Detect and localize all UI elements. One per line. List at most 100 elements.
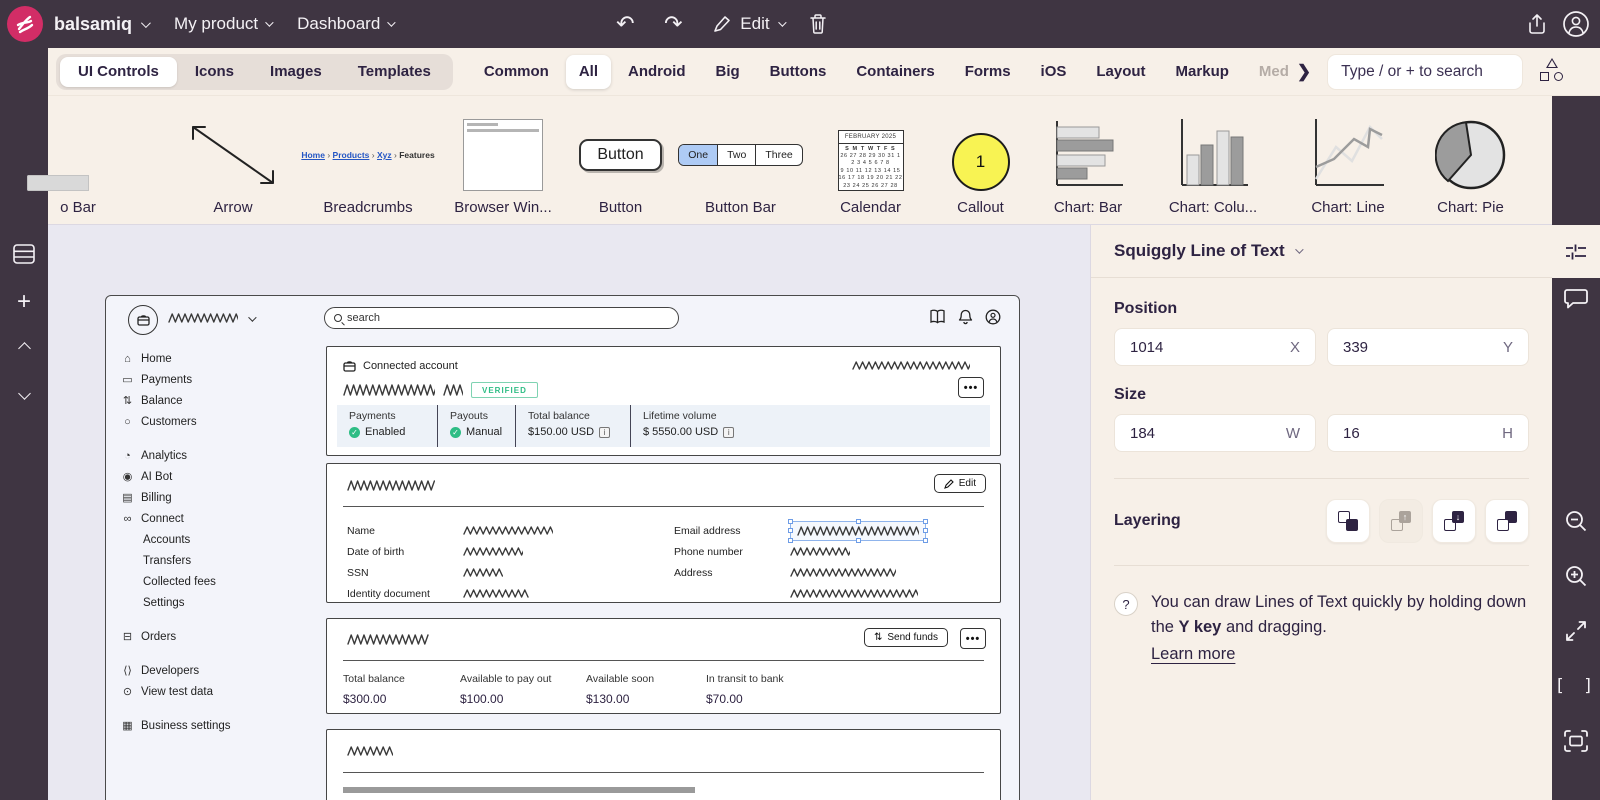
page-menu[interactable]: Dashboard (297, 14, 393, 34)
selection-handle[interactable] (923, 519, 928, 524)
calendar-week-row: 2 3 4 5 6 7 8 (839, 160, 903, 168)
position-x-field[interactable]: X (1114, 328, 1316, 366)
inspector-toggle-active[interactable] (1552, 225, 1600, 278)
palette-item-chart-line[interactable]: Chart: Line (1283, 96, 1413, 225)
category-layout[interactable]: Layout (1083, 55, 1158, 89)
billing-icon: ▤ (121, 491, 134, 504)
account-icon[interactable] (1562, 10, 1590, 38)
category-android[interactable]: Android (615, 55, 699, 89)
selection-handle[interactable] (788, 519, 793, 524)
palette-item-chart-pie[interactable]: Chart: Pie (1413, 96, 1528, 225)
category-common[interactable]: Common (471, 55, 562, 89)
expand-fullscreen-icon[interactable] (1552, 611, 1600, 651)
selection-handle[interactable] (923, 528, 928, 533)
position-y-field[interactable]: Y (1327, 328, 1529, 366)
add-page-icon[interactable]: + (0, 282, 48, 322)
size-w-input[interactable] (1130, 425, 1286, 442)
palette-item-calendar[interactable]: FEBRUARY 2025 S M T W T F S 26 27 28 29 … (808, 96, 933, 225)
palette-item-button[interactable]: Button Button (563, 96, 678, 225)
category-media-clipped[interactable]: Med (1246, 55, 1291, 89)
edit-mode-menu[interactable]: Edit (712, 14, 783, 34)
tab-ui-controls[interactable]: UI Controls (60, 57, 177, 87)
comments-icon[interactable] (1552, 278, 1600, 318)
selected-squiggly-line[interactable] (790, 521, 926, 541)
categories-overflow-chevron-icon[interactable]: ❯ (1295, 62, 1313, 82)
palette-item-label: Button (599, 199, 642, 216)
position-y-input[interactable] (1343, 339, 1503, 356)
analytics-icon: ◔ (121, 450, 134, 462)
shapes-panel-icon[interactable] (1539, 58, 1567, 86)
category-big[interactable]: Big (703, 55, 753, 89)
zoom-in-icon[interactable] (1552, 556, 1600, 596)
tab-icons[interactable]: Icons (177, 57, 252, 87)
calendar-week-row: 26 27 28 29 30 31 1 (839, 153, 903, 161)
palette-item-arrow[interactable]: Arrow (163, 96, 303, 225)
category-markup[interactable]: Markup (1163, 55, 1242, 89)
squiggly-text (168, 313, 238, 323)
library-search-input[interactable] (1327, 54, 1523, 90)
category-all[interactable]: All (566, 55, 611, 89)
category-forms[interactable]: Forms (952, 55, 1024, 89)
send-to-back-button[interactable] (1485, 499, 1529, 543)
selection-handle[interactable] (788, 528, 793, 533)
palette-item-chart-column[interactable]: Chart: Colu... (1148, 96, 1278, 225)
palette-item-label: Callout (957, 199, 1004, 216)
customers-icon: ○ (121, 416, 134, 428)
collapse-up-icon[interactable] (0, 328, 48, 368)
project-menu[interactable]: My product (174, 14, 271, 34)
brand-name[interactable]: balsamiq (54, 14, 132, 35)
learn-more-link[interactable]: Learn more (1151, 642, 1235, 667)
selection-handle[interactable] (856, 538, 861, 543)
panels-list-icon[interactable] (0, 234, 48, 274)
palette-item-callout[interactable]: 1 Callout (933, 96, 1028, 225)
send-funds-button: ⇅ Send funds (864, 628, 948, 647)
position-x-input[interactable] (1130, 339, 1290, 356)
breadcrumb-current: Features (399, 150, 434, 160)
zoom-out-icon[interactable] (1552, 501, 1600, 541)
position-label: Position (1114, 300, 1529, 318)
palette-item-browser-window[interactable]: Browser Win... (443, 96, 563, 225)
selection-handle[interactable] (856, 519, 861, 524)
send-backward-icon: ↓ (1444, 511, 1464, 531)
tab-templates[interactable]: Templates (340, 57, 449, 87)
mockup-nav-label: Billing (141, 492, 172, 504)
inspector-header[interactable]: Squiggly Line of Text (1091, 225, 1552, 278)
size-h-field[interactable]: H (1327, 414, 1529, 452)
palette-item-app-bar[interactable]: o Bar (18, 96, 138, 225)
home-icon: ⌂ (121, 353, 134, 365)
right-rail: [ ] (1552, 96, 1600, 800)
send-backward-button[interactable]: ↓ (1432, 499, 1476, 543)
brand-chevron-down-icon[interactable] (141, 18, 151, 28)
bring-to-front-icon (1338, 511, 1358, 531)
expand-down-icon[interactable] (0, 376, 48, 416)
wireframe-mockup[interactable]: search ⌂Home▭Payments⇅Balance○Customers◔… (105, 295, 1020, 800)
size-h-input[interactable] (1343, 425, 1502, 442)
inspector-chevron-down-icon[interactable] (1295, 245, 1303, 253)
mockup-account-chevron-icon (248, 313, 256, 321)
size-w-field[interactable]: W (1114, 414, 1316, 452)
share-icon[interactable] (1526, 13, 1548, 35)
bring-to-front-button[interactable] (1326, 499, 1370, 543)
mockup-nav-item: ⌂Home (121, 348, 321, 369)
balsamiq-logo-icon[interactable] (7, 6, 43, 42)
fit-to-screen-icon[interactable] (1552, 721, 1600, 761)
bring-forward-icon: ↑ (1391, 511, 1411, 531)
category-ios[interactable]: iOS (1028, 55, 1080, 89)
category-containers[interactable]: Containers (843, 55, 947, 89)
palette-item-breadcrumbs[interactable]: Home › Products › Xyz › Features Breadcr… (303, 96, 433, 225)
design-canvas[interactable]: search ⌂Home▭Payments⇅Balance○Customers◔… (48, 225, 1090, 800)
undo-icon[interactable]: ↶ (608, 7, 642, 41)
top-bar: balsamiq My product Dashboard ↶ ↷ Edit (0, 0, 1600, 48)
selection-handle[interactable] (923, 538, 928, 543)
developers-icon: ⟨⟩ (121, 664, 134, 677)
palette-item-button-bar[interactable]: One Two Three Button Bar (678, 96, 803, 225)
tab-images[interactable]: Images (252, 57, 340, 87)
trash-icon[interactable] (808, 13, 828, 35)
redo-icon[interactable]: ↷ (656, 7, 690, 41)
category-buttons[interactable]: Buttons (757, 55, 840, 89)
selected-control-title: Squiggly Line of Text (1114, 241, 1285, 261)
calendar-week-row: 23 24 25 26 27 28 (839, 183, 903, 191)
palette-item-chart-bar[interactable]: Chart: Bar (1028, 96, 1148, 225)
brackets-icon[interactable]: [ ] (1552, 666, 1600, 706)
selection-handle[interactable] (788, 538, 793, 543)
